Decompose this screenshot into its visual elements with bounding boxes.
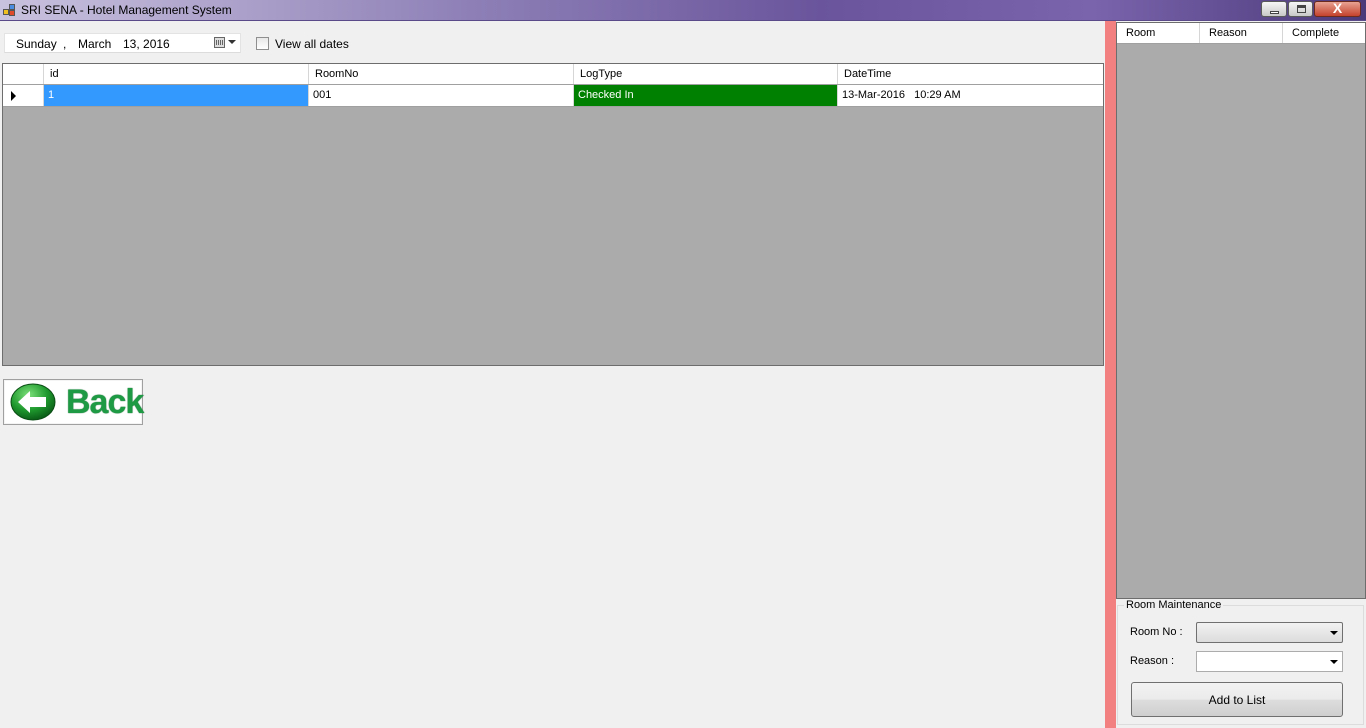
reason-label: Reason : bbox=[1130, 655, 1175, 667]
room-maintenance-group: Room Maintenance Room No : Reason : Add … bbox=[1117, 599, 1364, 725]
chevron-down-icon bbox=[1330, 631, 1338, 635]
column-header-logtype[interactable]: LogType bbox=[574, 64, 838, 84]
date-month[interactable]: March bbox=[78, 37, 111, 51]
calendar-icon bbox=[214, 37, 225, 48]
grid-header-row: id RoomNo LogType DateTime bbox=[3, 64, 1103, 85]
checkbox-box[interactable] bbox=[256, 37, 269, 50]
maintenance-header-row: Room Reason Complete bbox=[1117, 23, 1365, 44]
date-picker[interactable]: Sunday , March 13, 2016 bbox=[4, 33, 241, 53]
cell-roomno[interactable]: 001 bbox=[309, 85, 574, 106]
reason-select[interactable] bbox=[1196, 651, 1343, 672]
column-header-roomno[interactable]: RoomNo bbox=[309, 64, 574, 84]
chevron-down-icon bbox=[1330, 660, 1338, 664]
table-row[interactable]: 1 001 Checked In 13-Mar-2016 10:29 AM bbox=[3, 85, 1103, 107]
room-log-grid[interactable]: id RoomNo LogType DateTime 1 001 Checked… bbox=[2, 63, 1104, 366]
row-header[interactable] bbox=[3, 85, 44, 106]
app-icon bbox=[3, 4, 16, 17]
maximize-button[interactable] bbox=[1288, 1, 1313, 17]
group-title: Room Maintenance bbox=[1124, 599, 1224, 611]
back-label: Back bbox=[66, 383, 144, 421]
close-icon: X bbox=[1332, 0, 1343, 16]
maintenance-grid[interactable]: Room Reason Complete bbox=[1116, 22, 1366, 599]
add-to-list-button[interactable]: Add to List bbox=[1131, 682, 1343, 717]
panel-separator bbox=[1105, 21, 1116, 728]
view-all-dates-label: View all dates bbox=[275, 37, 349, 51]
column-header-complete[interactable]: Complete bbox=[1283, 23, 1365, 43]
minimize-icon bbox=[1270, 11, 1279, 14]
restore-icon bbox=[1297, 5, 1306, 13]
back-button[interactable]: Back bbox=[3, 379, 144, 425]
back-arrow-icon bbox=[10, 383, 56, 421]
title-bar: SRI SENA - Hotel Management System X bbox=[0, 0, 1366, 21]
window-title: SRI SENA - Hotel Management System bbox=[21, 3, 232, 17]
close-button[interactable]: X bbox=[1314, 0, 1361, 17]
room-no-label: Room No : bbox=[1130, 626, 1183, 638]
date-weekday[interactable]: Sunday bbox=[16, 37, 57, 51]
cell-logtype[interactable]: Checked In bbox=[574, 85, 838, 106]
minimize-button[interactable] bbox=[1261, 1, 1287, 17]
calendar-dropdown-button[interactable] bbox=[214, 36, 238, 50]
date-day-year[interactable]: 13, 2016 bbox=[123, 37, 170, 51]
cell-datetime[interactable]: 13-Mar-2016 10:29 AM bbox=[838, 85, 1103, 106]
date-separator: , bbox=[63, 37, 67, 51]
column-header-datetime[interactable]: DateTime bbox=[838, 64, 1103, 84]
row-header-corner bbox=[3, 64, 44, 84]
column-header-id[interactable]: id bbox=[44, 64, 309, 84]
column-header-reason[interactable]: Reason bbox=[1200, 23, 1283, 43]
chevron-down-icon bbox=[228, 40, 236, 44]
column-header-room[interactable]: Room bbox=[1117, 23, 1200, 43]
room-no-select[interactable] bbox=[1196, 622, 1343, 643]
cell-id[interactable]: 1 bbox=[44, 85, 309, 106]
current-row-icon bbox=[11, 91, 16, 101]
